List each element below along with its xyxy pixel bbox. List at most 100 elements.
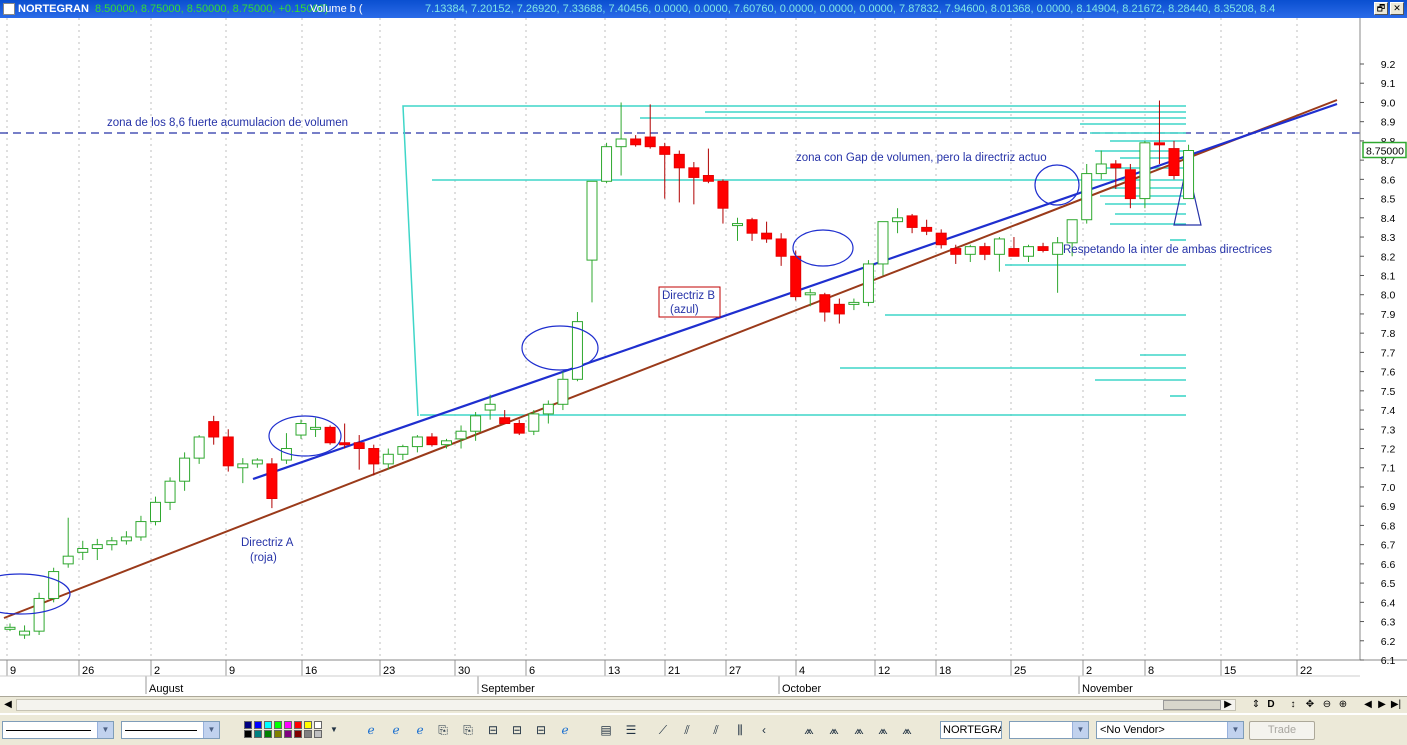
web-quotes-icon[interactable]: ℯ xyxy=(411,722,429,738)
candle-body xyxy=(993,238,1005,255)
pattern-tool-icon-1[interactable]: ⩕ xyxy=(800,722,818,738)
candle-body xyxy=(1110,163,1122,169)
move-icon[interactable]: ✥ xyxy=(1303,698,1317,712)
candle[interactable] xyxy=(528,410,540,436)
candle-body xyxy=(877,221,889,265)
trendline-tool-icon[interactable]: ⟋ xyxy=(654,722,672,738)
scale-icon[interactable]: ⇕ xyxy=(1249,698,1263,712)
scroll-left-icon[interactable]: ◀ xyxy=(1,698,15,712)
line-width-select[interactable]: ▼ xyxy=(121,721,220,739)
candle[interactable] xyxy=(324,425,336,445)
page-right-icon[interactable]: ▶ xyxy=(1375,698,1389,712)
candle[interactable] xyxy=(862,260,874,307)
color-palette[interactable] xyxy=(244,721,324,739)
color-swatch[interactable] xyxy=(264,721,272,729)
candle-body xyxy=(746,219,758,234)
pattern-tool-icon-5[interactable]: ⩕ xyxy=(898,722,916,738)
color-swatch[interactable] xyxy=(304,721,312,729)
color-swatch[interactable] xyxy=(304,730,312,738)
horizontal-scrollbar[interactable]: ◀ ▶ ⇕ D ↕ ✥ ⊖ ⊕ ◀ ▶ ▶| xyxy=(0,696,1407,713)
candle-body xyxy=(368,448,380,465)
scroll-right-icon[interactable]: ▶ xyxy=(1221,698,1235,712)
color-swatch[interactable] xyxy=(284,730,292,738)
page-end-icon[interactable]: ▶| xyxy=(1389,698,1403,712)
close-window-button[interactable]: ✕ xyxy=(1390,2,1404,15)
web-help-icon[interactable]: ℯ xyxy=(556,722,574,738)
y-tick-label: 6.6 xyxy=(1381,559,1396,571)
candle-body xyxy=(586,180,598,261)
candle[interactable] xyxy=(33,592,45,636)
price-chart[interactable]: 9 26 2 9 16 23 30 6 13 21 27 4 12 18 25 2 8 15 22 August Sep… xyxy=(0,18,1407,696)
color-swatch[interactable] xyxy=(294,721,302,729)
x-day-label: 30 xyxy=(458,665,470,677)
color-swatch[interactable] xyxy=(274,721,282,729)
plot-area[interactable] xyxy=(0,18,1360,660)
pattern-tool-icon-2[interactable]: ⩕ xyxy=(825,722,843,738)
color-swatch[interactable] xyxy=(274,730,282,738)
x-month-label: October xyxy=(782,683,821,695)
vertical-lines-tool-icon[interactable]: ⫼ xyxy=(731,722,749,738)
period-d-button[interactable]: D xyxy=(1264,698,1278,712)
layout-icon[interactable]: ⊟ xyxy=(484,722,502,738)
color-swatch[interactable] xyxy=(294,730,302,738)
candle-body xyxy=(266,463,278,500)
chevron-down-icon[interactable]: ▼ xyxy=(203,722,219,738)
x-day-label: 27 xyxy=(729,665,741,677)
candle[interactable] xyxy=(601,142,613,184)
arc-tool-icon[interactable]: ‹ xyxy=(755,722,773,738)
chevron-down-icon[interactable]: ▼ xyxy=(1227,722,1243,738)
report-alt-icon[interactable]: ⎘ xyxy=(459,722,477,738)
indicator-list-icon[interactable]: ☰ xyxy=(622,722,640,738)
web-news-icon[interactable]: ℯ xyxy=(387,722,405,738)
zoom-in-icon[interactable]: ⊕ xyxy=(1336,698,1350,712)
candle[interactable] xyxy=(790,250,802,301)
color-swatch[interactable] xyxy=(264,730,272,738)
color-swatch[interactable] xyxy=(314,730,322,738)
report-icon[interactable]: ⎘ xyxy=(434,722,452,738)
interval-select[interactable]: ▼ xyxy=(1009,721,1089,739)
y-tick-label: 6.4 xyxy=(1381,597,1396,609)
y-tick-label: 8.4 xyxy=(1381,213,1396,225)
chevron-down-icon[interactable]: ▼ xyxy=(1072,722,1088,738)
web-research-icon[interactable]: ℯ xyxy=(362,722,380,738)
ticker-input[interactable]: NORTEGRAN xyxy=(940,721,1002,739)
candle[interactable] xyxy=(571,312,583,382)
candle[interactable] xyxy=(1139,140,1151,209)
vendor-select-value: <No Vendor> xyxy=(1100,724,1165,736)
window-layout-icon[interactable]: ⊟ xyxy=(532,722,550,738)
candle-body xyxy=(470,415,482,432)
zoom-out-icon[interactable]: ⊖ xyxy=(1320,698,1334,712)
color-swatch[interactable] xyxy=(314,721,322,729)
y-tick-label: 6.9 xyxy=(1381,501,1396,513)
candle-body xyxy=(164,480,176,503)
y-tick-label: 7.8 xyxy=(1381,328,1396,340)
candle[interactable] xyxy=(48,567,60,603)
scroll-track[interactable] xyxy=(16,699,1236,711)
color-swatch[interactable] xyxy=(284,721,292,729)
layout-alt-icon[interactable]: ⊟ xyxy=(508,722,526,738)
candle-body xyxy=(557,378,569,405)
page-left-icon[interactable]: ◀ xyxy=(1361,698,1375,712)
line-style-select[interactable]: ▼ xyxy=(2,721,114,739)
scroll-thumb[interactable] xyxy=(1163,700,1221,710)
color-swatch[interactable] xyxy=(244,730,252,738)
candle-body xyxy=(921,226,933,232)
vendor-select[interactable]: <No Vendor> ▼ xyxy=(1096,721,1244,739)
palette-dropdown-icon[interactable]: ▼ xyxy=(325,722,343,738)
candle-body xyxy=(484,403,496,411)
candle[interactable] xyxy=(1183,144,1195,200)
properties-icon[interactable]: ▤ xyxy=(597,722,615,738)
color-swatch[interactable] xyxy=(244,721,252,729)
chevron-down-icon[interactable]: ▼ xyxy=(97,722,113,738)
vertical-zoom-icon[interactable]: ↕ xyxy=(1286,698,1300,712)
trade-button[interactable]: Trade xyxy=(1249,721,1315,740)
color-swatch[interactable] xyxy=(254,721,262,729)
fan-tool-icon[interactable]: ⫽ xyxy=(678,722,696,738)
pattern-tool-icon-4[interactable]: ⩕ xyxy=(874,722,892,738)
pattern-tool-icon-3[interactable]: ⩕ xyxy=(850,722,868,738)
y-tick-label: 7.9 xyxy=(1381,309,1396,321)
channel-tool-icon[interactable]: ⫽ xyxy=(707,722,725,738)
color-swatch[interactable] xyxy=(254,730,262,738)
restore-window-button[interactable]: 🗗 xyxy=(1374,2,1388,15)
y-tick-label: 9.0 xyxy=(1381,97,1396,109)
